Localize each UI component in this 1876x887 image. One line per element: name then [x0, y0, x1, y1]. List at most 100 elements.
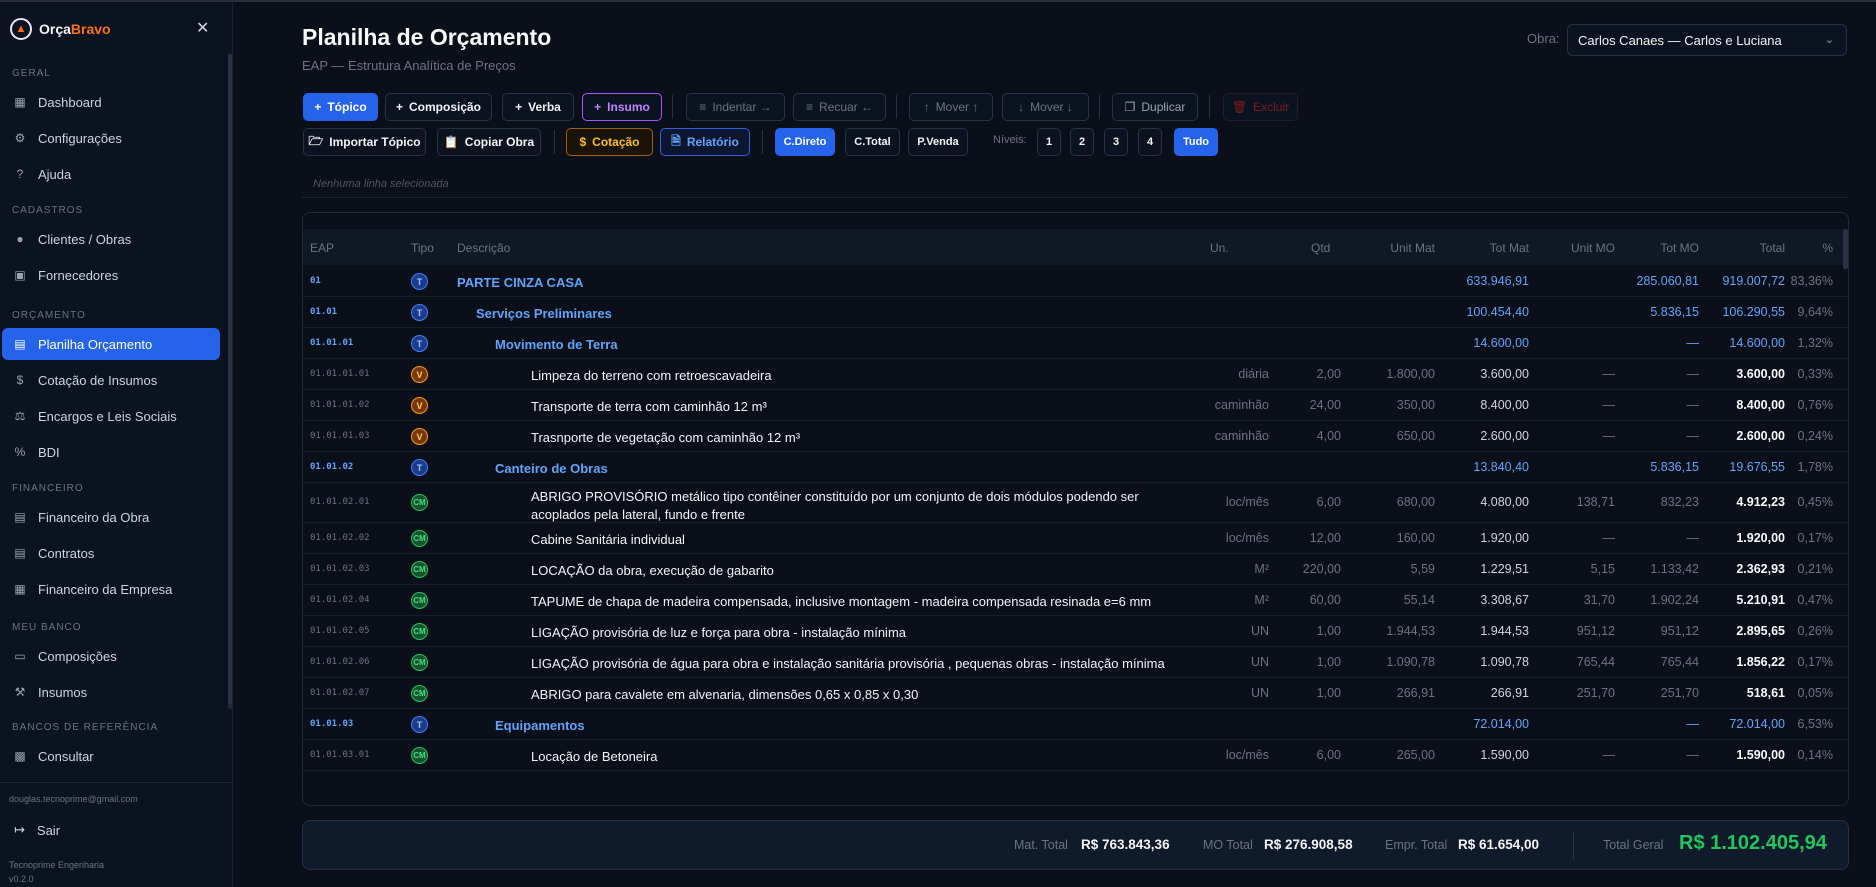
cell-tot-mat: 2.600,00 [1480, 429, 1529, 443]
table-row[interactable]: 01.01.02.05 CM LIGAÇÃO provisória de luz e… [303, 616, 1848, 647]
table-row[interactable]: 01.01.02.07 CM ABRIGO para cavalete em alv… [303, 678, 1848, 709]
sidebar-item-fornecedores[interactable]: ▣ Fornecedores [2, 259, 220, 291]
sidebar-item-insumos[interactable]: ⚒ Insumos [2, 676, 220, 708]
col-pct[interactable]: % [1789, 241, 1833, 255]
indent-button[interactable]: ≡ Indentar → [686, 93, 785, 121]
add-insumo-button[interactable]: + Insumo [582, 93, 662, 121]
topic-row[interactable]: 01.01 T Serviços Preliminares 100.454,40 5.8… [303, 297, 1848, 328]
col-unit-mat[interactable]: Unit Mat [1347, 241, 1435, 255]
col-un[interactable]: Un. [1210, 241, 1229, 255]
view-ctotal-button[interactable]: C.Total [845, 128, 900, 156]
topic-row[interactable]: 01.01.01 T Movimento de Terra 14.600,00 — 14.… [303, 328, 1848, 359]
view-pvenda-button[interactable]: P.Venda [908, 128, 968, 156]
sidebar-item-contratos[interactable]: ▤ Contratos [2, 537, 220, 569]
table-row[interactable]: 01.01.02.04 CM TAPUME de chapa de madeira … [303, 585, 1848, 616]
sidebar-item-dashboard[interactable]: ▦ Dashboard [2, 86, 220, 118]
outdent-button[interactable]: ≡ Recuar ← [793, 93, 886, 121]
type-badge-t: T [411, 716, 428, 733]
report-label: Relatório [686, 135, 739, 149]
copy-obra-button[interactable]: 📋 Copiar Obra [437, 128, 541, 156]
level-4-button[interactable]: 4 [1138, 128, 1162, 156]
import-topic-button[interactable]: 🗁 Importar Tópico [303, 128, 426, 156]
logout-button[interactable]: ↦ Sair [14, 822, 60, 838]
sidebar-item-financeiro-da-empresa[interactable]: ▦ Financeiro da Empresa [2, 573, 220, 605]
cell-tot-mat: 100.454,40 [1466, 305, 1529, 319]
sidebar-item-cota-o-de-insumos[interactable]: $ Cotação de Insumos [2, 364, 220, 396]
col-unit-mo[interactable]: Unit MO [1535, 241, 1615, 255]
col-tipo[interactable]: Tipo [411, 241, 434, 255]
cell-total: 8.400,00 [1736, 398, 1785, 412]
topic-row[interactable]: 01.01.02 T Canteiro de Obras 13.840,40 5.836… [303, 452, 1848, 483]
close-sidebar-icon[interactable]: ✕ [196, 18, 209, 38]
level-2-button[interactable]: 2 [1070, 128, 1094, 156]
cell-un: caminhão [1214, 398, 1269, 412]
table-row[interactable]: 01.01.01.02 V Transporte de terra com cami… [303, 390, 1848, 421]
sidebar-item-bdi[interactable]: % BDI [2, 436, 220, 468]
move-down-button[interactable]: ↓ Mover ↓ [1002, 93, 1089, 121]
duplicate-button[interactable]: ❐ Duplicar [1112, 93, 1198, 121]
quotation-button[interactable]: $ Cotação [566, 128, 653, 156]
building-icon: ▦ [14, 582, 26, 596]
table-row[interactable]: 01.01.02.06 CM LIGAÇÃO provisória de água … [303, 647, 1848, 678]
add-composition-button[interactable]: + Composição [385, 93, 492, 121]
topic-row[interactable]: 01 T PARTE CINZA CASA 633.946,91 285.060,81 9… [303, 266, 1848, 297]
cell-pct: 0,26% [1797, 624, 1833, 638]
delete-button[interactable]: 🗑 Excluir [1223, 93, 1298, 121]
cell-tot-mo: 765,44 [1660, 655, 1699, 669]
cell-unit-mat: 680,00 [1396, 495, 1435, 509]
col-qtd[interactable]: Qtd [1311, 241, 1330, 255]
cell-tot-mo: 5.836,15 [1650, 305, 1699, 319]
type-badge-cm: CM [411, 685, 428, 702]
app-version: v0.2.0 [9, 874, 34, 884]
table-scrollbar[interactable] [1843, 229, 1848, 269]
sidebar-item-planilha-or-amento[interactable]: ▤ Planilha Orçamento [2, 328, 220, 360]
nav-section-label: Orçamento [12, 310, 86, 321]
description-line: Serviços Preliminares [476, 306, 612, 321]
cell-total: 2.895,65 [1736, 624, 1785, 638]
move-up-button[interactable]: ↑ Mover ↑ [909, 93, 993, 121]
col-eap[interactable]: EAP [310, 241, 334, 255]
cell-pct: 0,21% [1797, 562, 1833, 576]
sidebar-scrollbar[interactable] [228, 54, 232, 709]
col-descricao[interactable]: Descrição [457, 241, 510, 255]
cell-tot-mo: — [1686, 531, 1700, 545]
level-1-button[interactable]: 1 [1037, 128, 1061, 156]
sidebar-item-configura-es[interactable]: ⚙ Configurações [2, 122, 220, 154]
col-tot-mat[interactable]: Tot Mat [1445, 241, 1529, 255]
table-row[interactable]: 01.01.03.01 CM Locação de Betoneira loc/mês… [303, 740, 1848, 771]
sidebar-item-financeiro-da-obra[interactable]: ▤ Financeiro da Obra [2, 501, 220, 533]
cell-tot-mo: — [1686, 336, 1700, 350]
obra-select[interactable]: Carlos Canaes — Carlos e Luciana ⌄ [1567, 24, 1847, 56]
table-row[interactable]: 01.01.01.03 V Trasnporte de vegetação com … [303, 421, 1848, 452]
col-tot-mo[interactable]: Tot MO [1619, 241, 1699, 255]
sidebar-item-label: Clientes / Obras [38, 231, 132, 247]
col-total[interactable]: Total [1705, 241, 1785, 255]
sidebar-item-consultar[interactable]: ▩ Consultar [2, 740, 220, 772]
table-header: EAP Tipo Descrição Un. Qtd Unit Mat Tot … [303, 229, 1848, 265]
sidebar-item-ajuda[interactable]: ? Ajuda [2, 158, 220, 190]
sidebar-item-label: Fornecedores [38, 267, 119, 283]
indent-label: Indentar → [712, 100, 772, 114]
table-row[interactable]: 01.01.01.01 V Limpeza do terreno com retro… [303, 359, 1848, 390]
sidebar-item-clientes-obras[interactable]: ● Clientes / Obras [2, 223, 220, 255]
report-button[interactable]: 🗎 Relatório [660, 128, 750, 156]
topic-row[interactable]: 01.01.03 T Equipamentos 72.014,00 — 72.014,00… [303, 709, 1848, 740]
level-all-button[interactable]: Tudo [1174, 128, 1218, 156]
table-row[interactable]: 01.01.02.02 CM Cabine Sanitária individual… [303, 523, 1848, 554]
cell-total: 3.600,00 [1736, 367, 1785, 381]
view-cdireto-button[interactable]: C.Direto [775, 128, 835, 156]
level-3-button[interactable]: 3 [1104, 128, 1128, 156]
sidebar-item-composi-es[interactable]: ▭ Composições [2, 640, 220, 672]
users-icon: ● [16, 232, 24, 246]
dashboard-icon: ▦ [14, 95, 26, 109]
table-row[interactable]: 01.01.02.01 CM ABRIGO PROVISÓRIO metálico … [303, 483, 1848, 523]
brand[interactable]: ▲ OrçaBravo [10, 16, 111, 42]
add-verba-button[interactable]: + Verba [502, 93, 574, 121]
eap-code: 01.01.03 [310, 719, 354, 729]
sidebar-item-encargos-e-leis-sociais[interactable]: ⚖ Encargos e Leis Sociais [2, 400, 220, 432]
table-row[interactable]: 01.01.02.03 CM LOCAÇÃO da obra, execução d… [303, 554, 1848, 585]
cell-pct: 0,17% [1797, 655, 1833, 669]
plus-icon: + [314, 100, 322, 114]
mat-total-value: R$ 763.843,36 [1081, 837, 1170, 852]
add-topic-button[interactable]: + Tópico [303, 93, 378, 121]
